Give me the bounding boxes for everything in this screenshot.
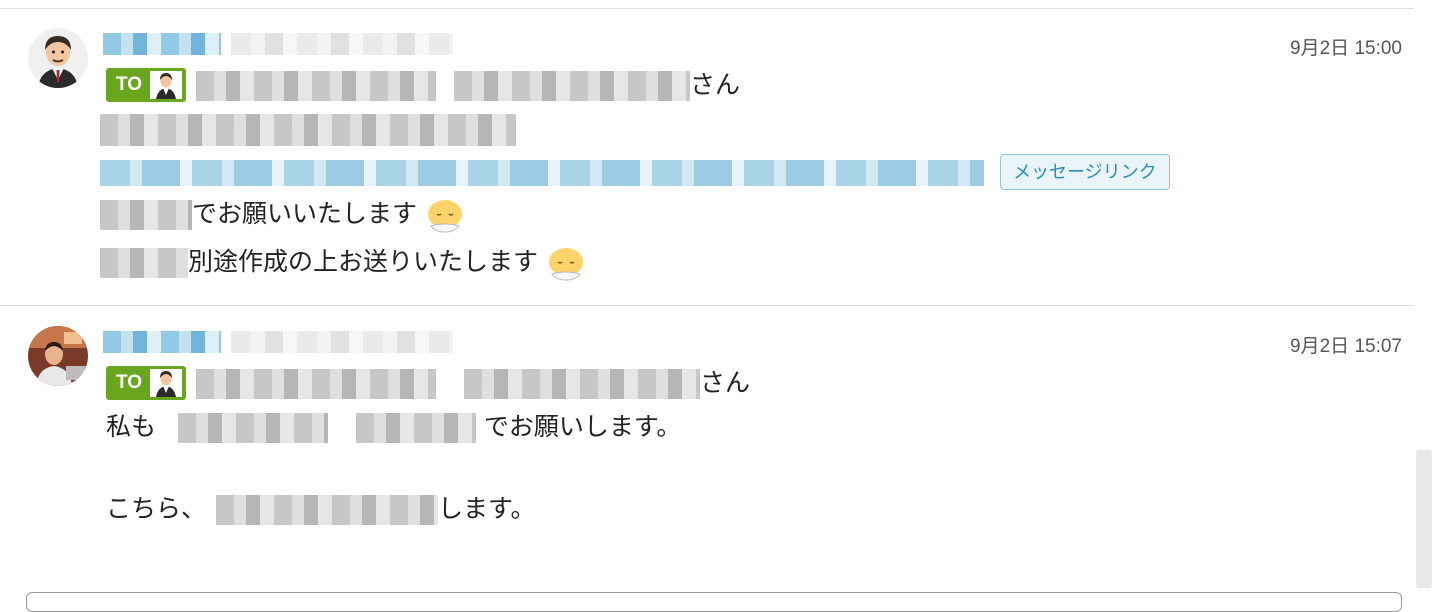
scrollbar[interactable]: [1416, 450, 1432, 588]
timestamp: 9月2日 15:00: [1290, 38, 1402, 59]
honorific-text: さん: [689, 70, 740, 99]
message-url-link[interactable]: [100, 160, 984, 186]
avatar[interactable]: [28, 326, 88, 386]
bowing-emoji-icon: [546, 244, 586, 282]
message-mention-line: さん: [196, 68, 740, 102]
message-text: 私も: [106, 412, 157, 441]
message-text: こちら、: [106, 494, 207, 523]
to-avatar-icon: [150, 71, 182, 99]
avatar[interactable]: [28, 28, 88, 88]
timestamp: 9月2日 15:07: [1290, 336, 1402, 357]
message-composer-input[interactable]: [26, 592, 1402, 612]
to-badge[interactable]: TO: [106, 68, 186, 102]
message-text-line: でお願いいたします: [100, 196, 465, 233]
message-text-line: こちら、 します。: [106, 492, 536, 526]
message-mention-line: さん: [196, 366, 750, 400]
bowing-emoji-icon: [425, 196, 465, 234]
message-text: 別途作成の上お送りいたします: [188, 247, 539, 276]
message-line-blurred: [100, 112, 516, 146]
message-text: でお願いいたします: [192, 199, 418, 228]
to-label: TO: [115, 372, 143, 393]
message-link-button[interactable]: メッセージリンク: [1000, 154, 1170, 190]
message-text-line: 私も でお願いします。: [106, 410, 681, 444]
to-avatar-icon: [150, 369, 182, 397]
honorific-text: さん: [699, 368, 750, 397]
message-text-line: 別途作成の上お送りいたします: [100, 244, 586, 281]
to-label: TO: [115, 74, 143, 95]
message-text: します。: [438, 494, 536, 523]
top-divider: [0, 8, 1414, 9]
to-badge[interactable]: TO: [106, 366, 186, 400]
message-text: でお願いします。: [483, 412, 682, 441]
message-divider: [0, 305, 1414, 306]
